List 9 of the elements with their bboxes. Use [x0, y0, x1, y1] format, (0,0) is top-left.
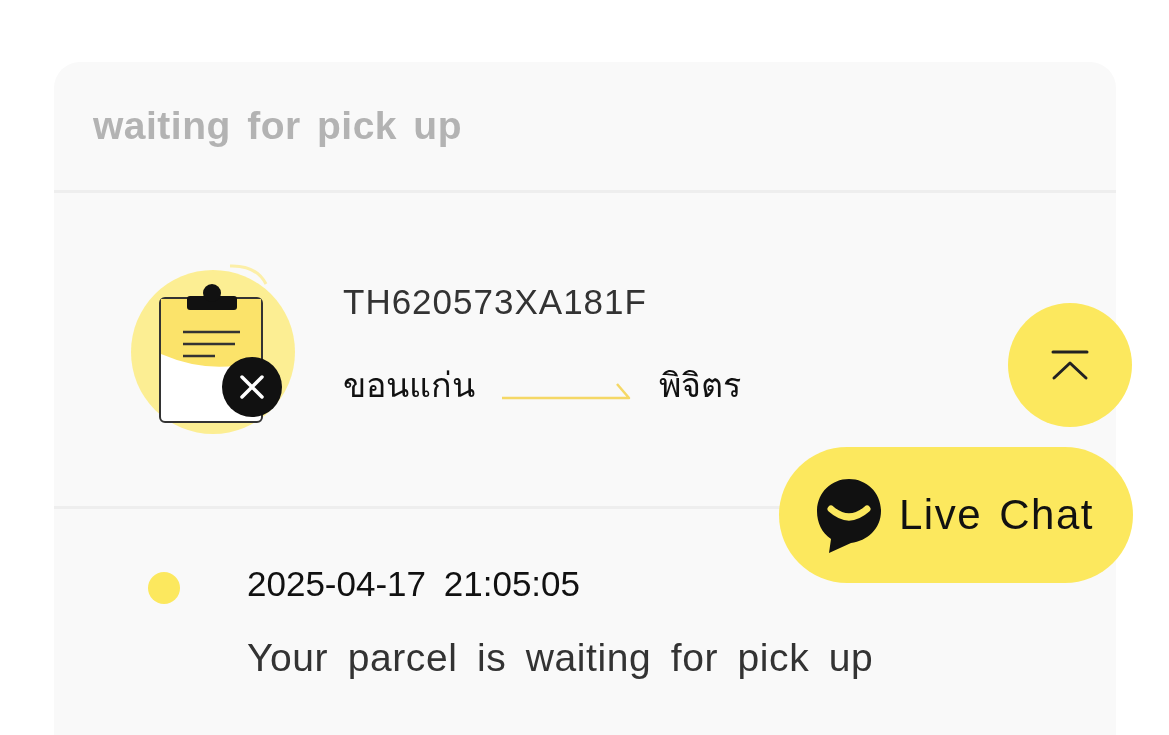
- destination-city: พิจิตร: [659, 364, 741, 408]
- event-message: Your parcel is waiting for pick up: [247, 635, 874, 681]
- tracking-number: TH620573XA181F: [343, 281, 647, 324]
- status-title: waiting for pick up: [93, 104, 462, 148]
- chat-bubble-icon: [815, 477, 883, 553]
- origin-city: ขอนแก่น: [343, 364, 475, 408]
- live-chat-button[interactable]: Live Chat: [779, 447, 1133, 583]
- timeline-dot-icon: [148, 572, 180, 604]
- event-time: 2025-04-17 21:05:05: [247, 563, 580, 605]
